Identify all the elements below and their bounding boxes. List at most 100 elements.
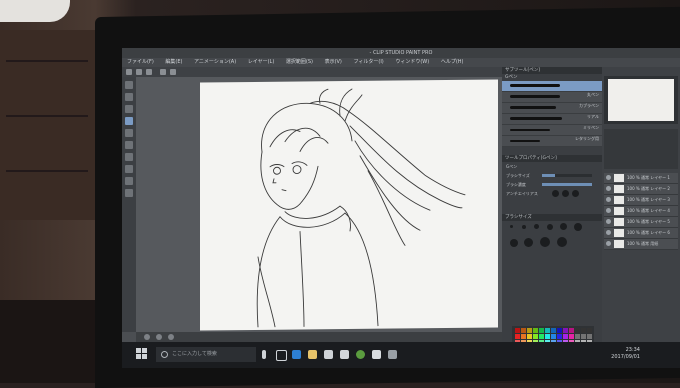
select-tool-icon[interactable]	[125, 105, 133, 113]
pencil-tool-icon[interactable]	[125, 129, 133, 137]
gradient-tool-icon[interactable]	[125, 177, 133, 185]
brush-item[interactable]: ミリペン	[502, 125, 602, 136]
color-swatch[interactable]	[551, 334, 556, 339]
color-swatch[interactable]	[587, 328, 592, 333]
new-file-icon[interactable]	[126, 69, 132, 75]
undo-icon[interactable]	[160, 69, 166, 75]
brush-tool-icon[interactable]	[125, 141, 133, 149]
navigator-panel[interactable]	[604, 76, 678, 124]
taskbar-clock[interactable]: 23:34 2017/09/01	[611, 347, 640, 361]
menu-item-animation[interactable]: アニメーション(A)	[194, 59, 236, 65]
rotate-icon[interactable]	[156, 334, 162, 340]
app-icon[interactable]	[388, 350, 397, 359]
menu-item-select[interactable]: 選択範囲(S)	[286, 59, 313, 65]
color-swatch[interactable]	[539, 328, 544, 333]
fill-tool-icon[interactable]	[125, 165, 133, 173]
color-wheel-panel[interactable]	[604, 129, 678, 169]
brush-size-preset[interactable]	[574, 223, 582, 231]
antialias-row[interactable]: アンチエイリアス	[502, 189, 602, 198]
color-swatch[interactable]	[539, 334, 544, 339]
brush-size-preset[interactable]	[547, 224, 553, 230]
color-swatch[interactable]	[557, 334, 562, 339]
zoom-tool-icon[interactable]	[125, 81, 133, 89]
menu-item-file[interactable]: ファイル(F)	[127, 59, 154, 65]
color-swatch[interactable]	[587, 334, 592, 339]
layer-row[interactable]: 100 % 通常 レイヤー 4	[604, 206, 678, 217]
brush-item[interactable]: リアル	[502, 114, 602, 125]
brush-size-preset[interactable]	[540, 237, 550, 247]
brush-item[interactable]: カブラペン	[502, 103, 602, 114]
task-view-icon[interactable]	[276, 350, 287, 361]
color-swatch[interactable]	[569, 328, 574, 333]
taskbar-search-box[interactable]: ここに入力して検索	[156, 347, 256, 362]
layer-row[interactable]: 100 % 通常 レイヤー 3	[604, 195, 678, 206]
move-tool-icon[interactable]	[125, 93, 133, 101]
layer-row[interactable]: 100 % 通常 レイヤー 6	[604, 228, 678, 239]
brush-size-preset[interactable]	[510, 225, 513, 228]
eye-icon[interactable]	[606, 186, 611, 191]
edge-browser-icon[interactable]	[292, 350, 301, 359]
menu-item-window[interactable]: ウィンドウ(W)	[395, 59, 429, 65]
color-swatch[interactable]	[581, 334, 586, 339]
drawing-canvas[interactable]	[200, 79, 498, 331]
eye-icon[interactable]	[606, 241, 611, 246]
layer-row[interactable]: 100 % 通常 用紙	[604, 239, 678, 250]
layer-row[interactable]: 100 % 通常 レイヤー 2	[604, 184, 678, 195]
antialias-option[interactable]	[562, 190, 569, 197]
color-swatch[interactable]	[515, 334, 520, 339]
brush-size-preset[interactable]	[560, 223, 567, 230]
color-swatch[interactable]	[521, 328, 526, 333]
antialias-option[interactable]	[552, 190, 559, 197]
brush-density-row[interactable]: ブラシ濃度	[502, 180, 602, 189]
color-swatch[interactable]	[533, 334, 538, 339]
text-tool-icon[interactable]	[125, 189, 133, 197]
color-swatch[interactable]	[533, 328, 538, 333]
color-swatch[interactable]	[527, 328, 532, 333]
eye-icon[interactable]	[606, 230, 611, 235]
layer-row[interactable]: 100 % 通常 レイヤー 5	[604, 217, 678, 228]
eye-icon[interactable]	[606, 197, 611, 202]
fit-icon[interactable]	[168, 334, 174, 340]
open-file-icon[interactable]	[136, 69, 142, 75]
brush-item-selected[interactable]	[502, 81, 602, 92]
menu-item-filter[interactable]: フィルター(I)	[353, 59, 383, 65]
menu-item-edit[interactable]: 編集(E)	[165, 59, 182, 65]
brush-size-preset[interactable]	[522, 225, 526, 229]
layer-row[interactable]: 100 % 通常 レイヤー 1	[604, 173, 678, 184]
color-swatch[interactable]	[569, 334, 574, 339]
mail-icon[interactable]	[340, 350, 349, 359]
brush-item[interactable]: レタリング用	[502, 136, 602, 147]
color-swatch[interactable]	[575, 334, 580, 339]
color-swatch[interactable]	[563, 328, 568, 333]
brush-size-preset[interactable]	[524, 238, 533, 247]
eye-icon[interactable]	[606, 219, 611, 224]
eye-icon[interactable]	[606, 175, 611, 180]
clip-studio-icon[interactable]	[372, 350, 381, 359]
brush-density-slider[interactable]	[542, 183, 592, 186]
color-swatch[interactable]	[521, 334, 526, 339]
chrome-icon[interactable]	[356, 350, 365, 359]
color-swatch[interactable]	[563, 334, 568, 339]
brush-size-preset[interactable]	[510, 239, 518, 247]
color-swatch[interactable]	[557, 328, 562, 333]
pen-tool-icon[interactable]	[125, 117, 133, 125]
zoom-icon[interactable]	[144, 334, 150, 340]
menu-item-view[interactable]: 表示(V)	[325, 59, 342, 65]
menu-item-help[interactable]: ヘルプ(H)	[441, 59, 464, 65]
color-swatch[interactable]	[515, 328, 520, 333]
eraser-tool-icon[interactable]	[125, 153, 133, 161]
brush-size-preset[interactable]	[534, 224, 539, 229]
file-explorer-icon[interactable]	[308, 350, 317, 359]
store-icon[interactable]	[324, 350, 333, 359]
color-swatch[interactable]	[545, 328, 550, 333]
color-swatch[interactable]	[581, 328, 586, 333]
brush-size-preset[interactable]	[557, 237, 567, 247]
microphone-icon[interactable]	[262, 350, 266, 359]
eye-icon[interactable]	[606, 208, 611, 213]
redo-icon[interactable]	[170, 69, 176, 75]
color-swatch[interactable]	[545, 334, 550, 339]
antialias-option[interactable]	[572, 190, 579, 197]
brush-item[interactable]: 丸ペン	[502, 92, 602, 103]
color-swatch[interactable]	[551, 328, 556, 333]
save-icon[interactable]	[146, 69, 152, 75]
